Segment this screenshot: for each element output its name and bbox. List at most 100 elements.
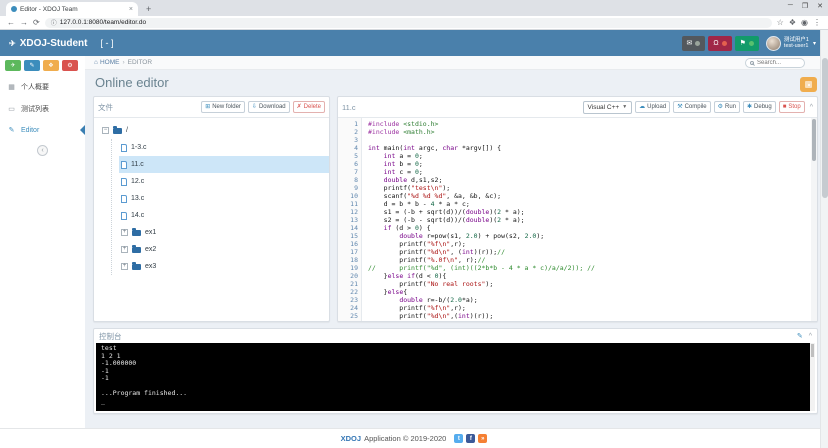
tree-item-12.c[interactable]: 12.c xyxy=(119,173,329,190)
editor-scrollbar-thumb[interactable] xyxy=(812,119,816,161)
debug-button[interactable]: ✱Debug xyxy=(743,101,776,113)
line-number: 20 xyxy=(338,272,358,280)
tree-item-11.c[interactable]: 11.c xyxy=(119,156,329,173)
brand[interactable]: ✈ XDOJ-Student xyxy=(0,38,96,49)
notifications-chip[interactable]: Ω xyxy=(708,36,731,51)
expand-expander-icon[interactable]: + xyxy=(121,229,128,236)
url-text: 127.0.0.1:8080/team/editor.do xyxy=(60,19,146,26)
editor-collapse-icon[interactable]: ^ xyxy=(810,104,813,111)
console-title: 控制台 xyxy=(99,331,122,342)
code-token: )(r)); xyxy=(470,312,493,320)
avatar[interactable] xyxy=(766,36,781,51)
breadcrumb-home-link[interactable]: ⌂ HOME xyxy=(94,59,119,66)
window-maximize-icon[interactable]: ❐ xyxy=(802,2,808,10)
run-button[interactable]: ⚙Run xyxy=(714,101,740,113)
terminal[interactable]: test1 2 1-1.000000-1-1 ...Program finish… xyxy=(96,343,815,411)
tree-item-ex1[interactable]: +ex1 xyxy=(119,224,329,241)
compile-button[interactable]: ⚒Compile xyxy=(673,101,710,113)
upload-button[interactable]: ☁Upload xyxy=(635,101,670,113)
delete-button[interactable]: ✗Delete xyxy=(293,101,325,113)
quick-edit-button[interactable]: ✎ xyxy=(24,60,40,71)
editor-scrollbar[interactable] xyxy=(811,118,817,321)
window-minimize-icon[interactable]: ─ xyxy=(788,2,793,10)
settings-fab-button[interactable] xyxy=(800,77,817,92)
tree-item-14.c[interactable]: 14.c xyxy=(119,207,329,224)
tasks-chip[interactable]: ⚑ xyxy=(735,36,759,51)
menu-dots-icon[interactable]: ⋮ xyxy=(813,18,821,28)
terminal-scrollbar-thumb[interactable] xyxy=(811,344,814,357)
search-box[interactable] xyxy=(745,58,805,68)
new-folder-button[interactable]: ⊞New folder xyxy=(201,101,245,113)
bookmark-star-icon[interactable]: ☆ xyxy=(777,18,784,28)
url-bar: ← → ⟳ ⓘ 127.0.0.1:8080/team/editor.do ☆ … xyxy=(0,16,828,30)
back-icon[interactable]: ← xyxy=(7,18,15,28)
console-collapse-icon[interactable]: ^ xyxy=(809,333,812,340)
sidebar-collapse-button[interactable]: ‹ xyxy=(37,145,48,156)
code-token: *a); xyxy=(462,296,478,304)
tree-item-1-3.c[interactable]: 1-3.c xyxy=(119,139,329,156)
stop-button[interactable]: ■Stop xyxy=(779,101,805,113)
sidebar-item-editor[interactable]: ✎Editor xyxy=(0,120,85,140)
tree-item-ex2[interactable]: +ex2 xyxy=(119,241,329,258)
quick-send-button[interactable]: ✈ xyxy=(5,60,21,71)
facebook-icon[interactable]: f xyxy=(466,434,475,443)
reload-icon[interactable]: ⟳ xyxy=(33,18,40,28)
code-token: c = xyxy=(395,168,415,176)
page-scrollbar-thumb[interactable] xyxy=(822,58,828,198)
profile-icon[interactable]: ◉ xyxy=(801,18,808,28)
line-number: 5 xyxy=(338,152,358,160)
twitter-icon[interactable]: t xyxy=(454,434,463,443)
tree-item-13.c[interactable]: 13.c xyxy=(119,190,329,207)
site-info-icon[interactable]: ⓘ xyxy=(51,18,57,27)
quick-settings-button[interactable]: ⚙ xyxy=(62,60,78,71)
code-token: char xyxy=(442,144,458,152)
new-tab-button[interactable]: + xyxy=(146,2,151,16)
files-panel-header: 文件 ⊞New folder⇩Download✗Delete xyxy=(94,97,329,118)
sidebar-item-tests[interactable]: ▭测试列表 xyxy=(0,98,85,120)
window-close-icon[interactable]: ✕ xyxy=(817,2,823,10)
code-editor[interactable]: 1234567891011121314151617181920212223242… xyxy=(338,118,817,321)
code-line: int b = 0; xyxy=(368,160,817,168)
line-number: 19 xyxy=(338,264,358,272)
console-edit-icon[interactable]: ✎ xyxy=(797,332,803,340)
tree-item-label: 13.c xyxy=(131,195,144,202)
code-token: "%f\n" xyxy=(427,304,450,312)
button-label: Debug xyxy=(754,104,772,110)
download-button[interactable]: ⇩Download xyxy=(248,101,290,113)
paper-plane-icon: ✈ xyxy=(10,62,15,69)
code-token: "%.0f\n" xyxy=(427,256,458,264)
code-token: (d < xyxy=(415,272,435,280)
terminal-scrollbar[interactable] xyxy=(810,343,815,411)
tree-item-ex3[interactable]: +ex3 xyxy=(119,258,329,275)
browser-chrome: Editor - XDOJ Team × + ─ ❐ ✕ ← → ⟳ ⓘ 127… xyxy=(0,0,828,30)
file-icon xyxy=(121,178,127,186)
sidebar-item-label: 个人概要 xyxy=(21,82,49,92)
code-token: double xyxy=(466,208,489,216)
code-token: else xyxy=(388,272,404,280)
browser-tab[interactable]: Editor - XDOJ Team × xyxy=(6,2,138,16)
tree-root[interactable]: −/ xyxy=(100,122,329,139)
sidebar: ✈ ✎❖⚙ ▦个人概要▭测试列表✎Editor ‹ xyxy=(0,56,85,428)
rss-icon[interactable]: » xyxy=(478,434,487,443)
search-input[interactable] xyxy=(757,60,800,66)
quick-shield-button[interactable]: ❖ xyxy=(43,60,59,71)
messages-chip[interactable]: ✉ xyxy=(682,36,706,51)
editor-toolbar: ☁Upload⚒Compile ⚙Run✱Debug■Stop xyxy=(635,101,805,113)
collapse-expander-icon[interactable]: − xyxy=(102,127,109,134)
extensions-icon[interactable]: ❖ xyxy=(789,18,796,28)
code-token: int xyxy=(403,144,415,152)
code-token: #include xyxy=(368,120,399,128)
tab-close-icon[interactable]: × xyxy=(129,6,133,13)
expand-expander-icon[interactable]: + xyxy=(121,263,128,270)
address-input[interactable]: ⓘ 127.0.0.1:8080/team/editor.do xyxy=(45,18,772,28)
button-label: Stop xyxy=(788,104,800,110)
language-select[interactable]: Visual C++ ▼ xyxy=(583,101,633,114)
button-label: Run xyxy=(725,104,736,110)
user-menu[interactable]: 测试用户1 test-user1 xyxy=(784,37,809,50)
expand-expander-icon[interactable]: + xyxy=(121,246,128,253)
page-scrollbar[interactable] xyxy=(820,30,828,448)
code-token: "%d\n" xyxy=(427,248,450,256)
sidebar-toggle[interactable]: [ - ] xyxy=(100,38,113,48)
sidebar-item-profile[interactable]: ▦个人概要 xyxy=(0,76,85,98)
forward-icon[interactable]: → xyxy=(20,18,28,28)
